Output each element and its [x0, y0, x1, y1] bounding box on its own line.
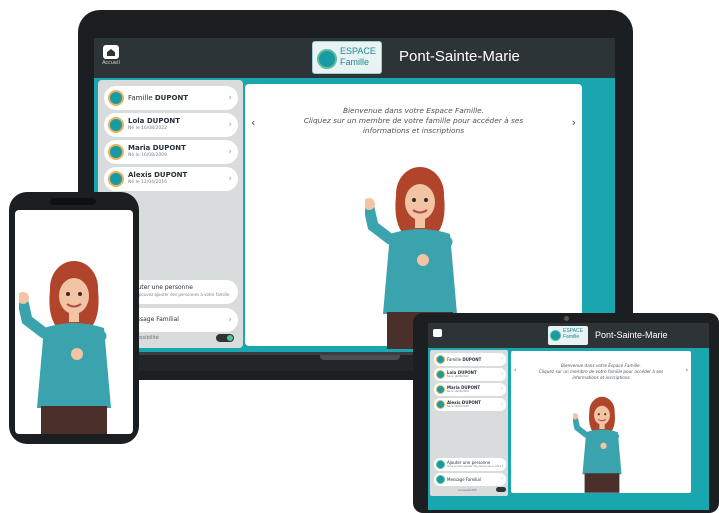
- add-icon: [436, 460, 445, 469]
- family-message-button[interactable]: Message Familial ›: [434, 473, 506, 486]
- chevron-right-icon: ›: [501, 356, 503, 362]
- welcome-line1: Bienvenue dans votre Espace Famille.: [342, 106, 485, 115]
- welcome-line3: informations et inscriptions: [572, 375, 630, 380]
- chevron-right-icon: ›: [228, 174, 232, 184]
- home-icon: [103, 45, 119, 59]
- sidebar-item-member[interactable]: Maria DUPONT Né le 16/08/2009 ›: [434, 383, 506, 396]
- chevron-right-icon: ›: [501, 371, 503, 377]
- tablet-screen: ESPACE Famille Pont-Sainte-Marie Famille…: [428, 323, 709, 510]
- member-birthdate: Né le 16/08/2009: [128, 153, 167, 158]
- chevron-left-icon[interactable]: ‹: [514, 367, 516, 374]
- main-content: ‹ › Bienvenue dans votre Espace Famille.…: [245, 84, 582, 349]
- chevron-right-icon: ›: [501, 476, 503, 482]
- avatar: [108, 171, 124, 187]
- top-bar: Accueil ESPACE Famille Pont-Sainte-Marie: [94, 38, 615, 78]
- phone-notch: [50, 198, 96, 205]
- add-person-button[interactable]: Ajouter une personne Vous pouvez ajouter…: [434, 458, 506, 471]
- family-name: DUPONT: [154, 94, 189, 102]
- chevron-right-icon: ›: [501, 401, 503, 407]
- family-prefix: Famille: [128, 94, 153, 102]
- member-birthdate: Né le 16/08/2022: [447, 375, 469, 378]
- logo-emblem-icon: [317, 49, 337, 69]
- espace-famille-logo: ESPACE Famille: [312, 41, 382, 74]
- tablet-camera: [564, 316, 569, 321]
- chevron-right-icon: ›: [501, 386, 503, 392]
- accessibility-label: Accessibilité: [458, 488, 477, 492]
- member-name: Lola DUPONT: [128, 117, 181, 125]
- page-title: Pont-Sainte-Marie: [595, 330, 668, 340]
- avatar: [436, 385, 445, 394]
- logo-line2: Famille: [340, 57, 370, 67]
- home-icon[interactable]: [433, 329, 442, 337]
- phone-screen: [15, 210, 133, 434]
- welcome-message: Bienvenue dans votre Espace Famille. Cli…: [526, 363, 676, 381]
- sidebar-item-member[interactable]: Alexis DUPONT Né le 12/04/2016 ›: [434, 398, 506, 411]
- chevron-right-icon: ›: [228, 93, 232, 103]
- accessibility-toggle[interactable]: [496, 487, 506, 492]
- welcome-message: Bienvenue dans votre Espace Famille. Cli…: [275, 106, 552, 136]
- chevron-right-icon[interactable]: ›: [686, 367, 688, 374]
- mascot-illustration: [573, 396, 622, 493]
- member-birthdate: Né le 16/08/2009: [447, 390, 469, 393]
- accessibility-toggle[interactable]: [216, 334, 234, 342]
- laptop-screen: Accueil ESPACE Famille Pont-Sainte-Marie…: [94, 38, 615, 352]
- sidebar-item-family[interactable]: Famille DUPONT ›: [104, 86, 238, 110]
- logo-emblem-icon: [550, 330, 561, 341]
- family-name: DUPONT: [462, 357, 482, 362]
- avatar: [436, 370, 445, 379]
- family-message-title: Message Familial: [447, 477, 481, 482]
- member-birthdate: Né le 16/08/2022: [128, 126, 167, 131]
- logo-line1: ESPACE: [340, 46, 376, 56]
- sidebar: Famille DUPONT › Lola DUPONT Né le 16/08…: [430, 350, 508, 496]
- page-title: Pont-Sainte-Marie: [399, 48, 520, 65]
- family-avatar: [436, 355, 445, 364]
- home-button[interactable]: Accueil: [102, 45, 120, 71]
- chevron-right-icon[interactable]: ›: [572, 116, 576, 129]
- member-name: Maria DUPONT: [128, 144, 186, 152]
- chevron-right-icon: ›: [228, 147, 232, 157]
- family-prefix: Famille: [447, 357, 462, 362]
- sidebar-item-member[interactable]: Alexis DUPONT Né le 12/04/2016 ›: [104, 167, 238, 191]
- avatar: [436, 400, 445, 409]
- laptop-notch: [320, 355, 400, 360]
- sidebar-item-member[interactable]: Lola DUPONT Né le 16/08/2022 ›: [104, 113, 238, 137]
- espace-famille-logo: ESPACE Famille: [548, 326, 588, 345]
- sidebar-item-member[interactable]: Maria DUPONT Né le 16/08/2009 ›: [104, 140, 238, 164]
- member-birthdate: Né le 12/04/2016: [447, 405, 469, 408]
- add-person-subtitle: Vous pouvez ajouter des personnes à votr…: [128, 292, 230, 297]
- top-bar: ESPACE Famille Pont-Sainte-Marie: [428, 323, 709, 348]
- member-name: Alexis DUPONT: [128, 171, 188, 179]
- sidebar-item-family[interactable]: Famille DUPONT ›: [434, 353, 506, 366]
- chevron-right-icon: ›: [228, 120, 232, 130]
- home-label: Accueil: [102, 60, 120, 66]
- member-birthdate: Né le 12/04/2016: [128, 180, 167, 185]
- avatar: [108, 144, 124, 160]
- avatar: [108, 117, 124, 133]
- logo-line2: Famille: [563, 334, 580, 340]
- chevron-right-icon: ›: [228, 315, 232, 325]
- sidebar-item-member[interactable]: Lola DUPONT Né le 16/08/2022 ›: [434, 368, 506, 381]
- message-icon: [436, 475, 445, 484]
- mascot-illustration: [19, 261, 111, 434]
- welcome-line3: informations et inscriptions: [362, 126, 465, 135]
- add-person-subtitle: Vous pouvez ajouter des personnes à votr…: [447, 465, 503, 468]
- main-content: ‹ › Bienvenue dans votre Espace Famille.…: [511, 351, 691, 493]
- chevron-left-icon[interactable]: ‹: [251, 116, 255, 129]
- family-avatar: [108, 90, 124, 106]
- welcome-line2: Cliquez sur un membre de votre famille p…: [303, 116, 524, 125]
